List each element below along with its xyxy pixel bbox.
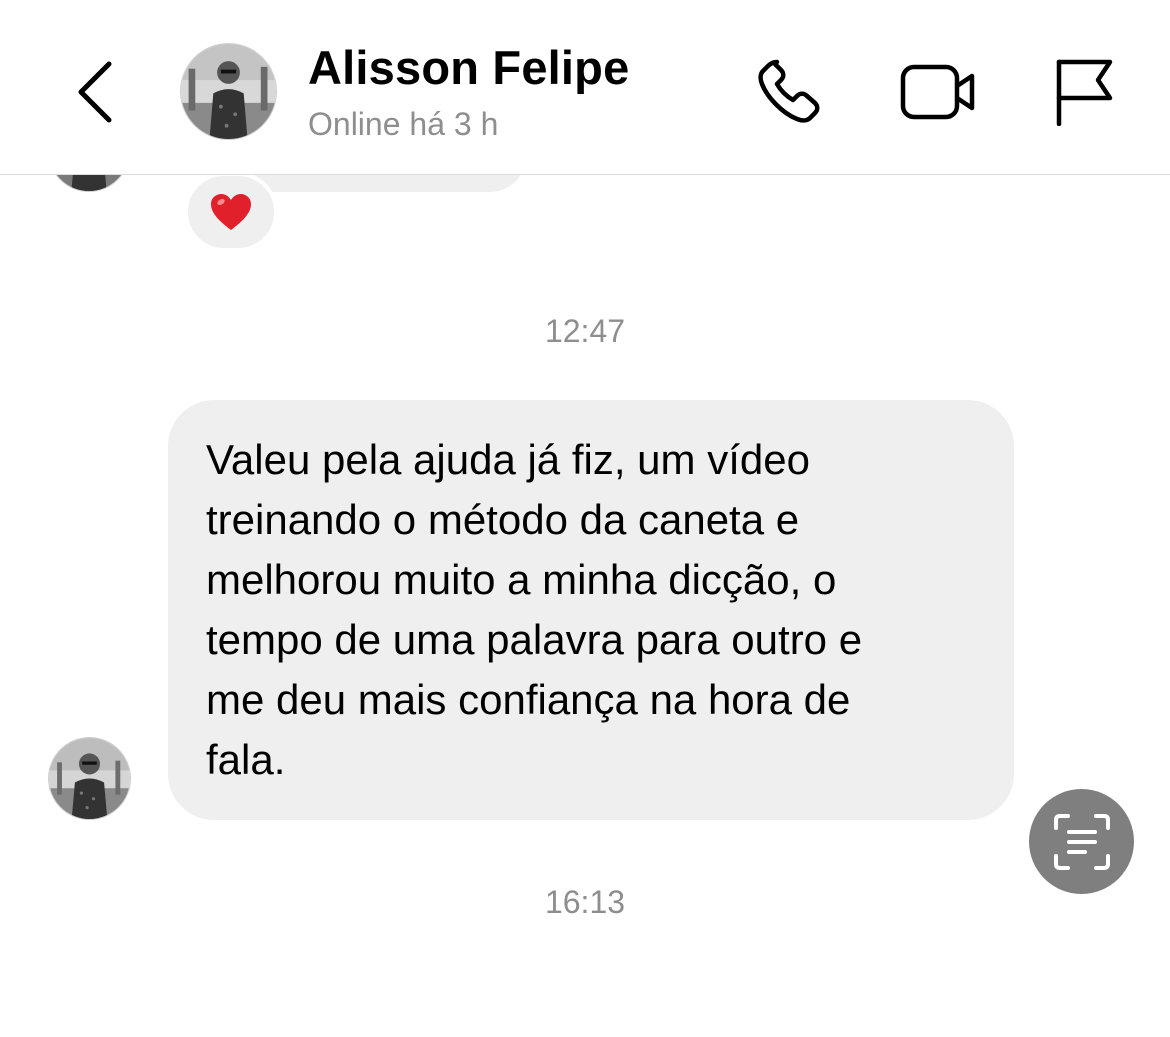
heart-reaction[interactable]: [184, 172, 278, 252]
message-timestamp: 12:47: [544, 313, 626, 349]
phone-icon: [758, 59, 820, 123]
call-button[interactable]: [748, 52, 832, 132]
video-camera-icon: [900, 64, 975, 120]
message-timestamp: 16:13: [544, 884, 626, 920]
avatar-photo: [49, 738, 130, 819]
contact-status: Online há 3 h: [308, 106, 499, 142]
text-scan-button[interactable]: [1029, 789, 1134, 894]
chat-header: Alisson Felipe Online há 3 h: [0, 0, 1170, 175]
back-button[interactable]: [60, 52, 130, 132]
text-scan-icon: [1053, 813, 1110, 870]
received-message-bubble[interactable]: Valeu pela ajuda já fiz, um vídeo treina…: [168, 400, 1014, 820]
contact-name[interactable]: Alisson Felipe: [308, 40, 629, 95]
contact-avatar[interactable]: [48, 737, 131, 820]
message-text: Valeu pela ajuda já fiz, um vídeo treina…: [206, 436, 863, 783]
contact-avatar[interactable]: [180, 43, 277, 140]
flag-icon: [1056, 59, 1113, 126]
video-call-button[interactable]: [893, 52, 983, 132]
avatar-photo: [181, 44, 276, 139]
chevron-left-icon: [78, 61, 112, 123]
heart-icon: [211, 194, 251, 230]
report-button[interactable]: [1048, 52, 1120, 132]
